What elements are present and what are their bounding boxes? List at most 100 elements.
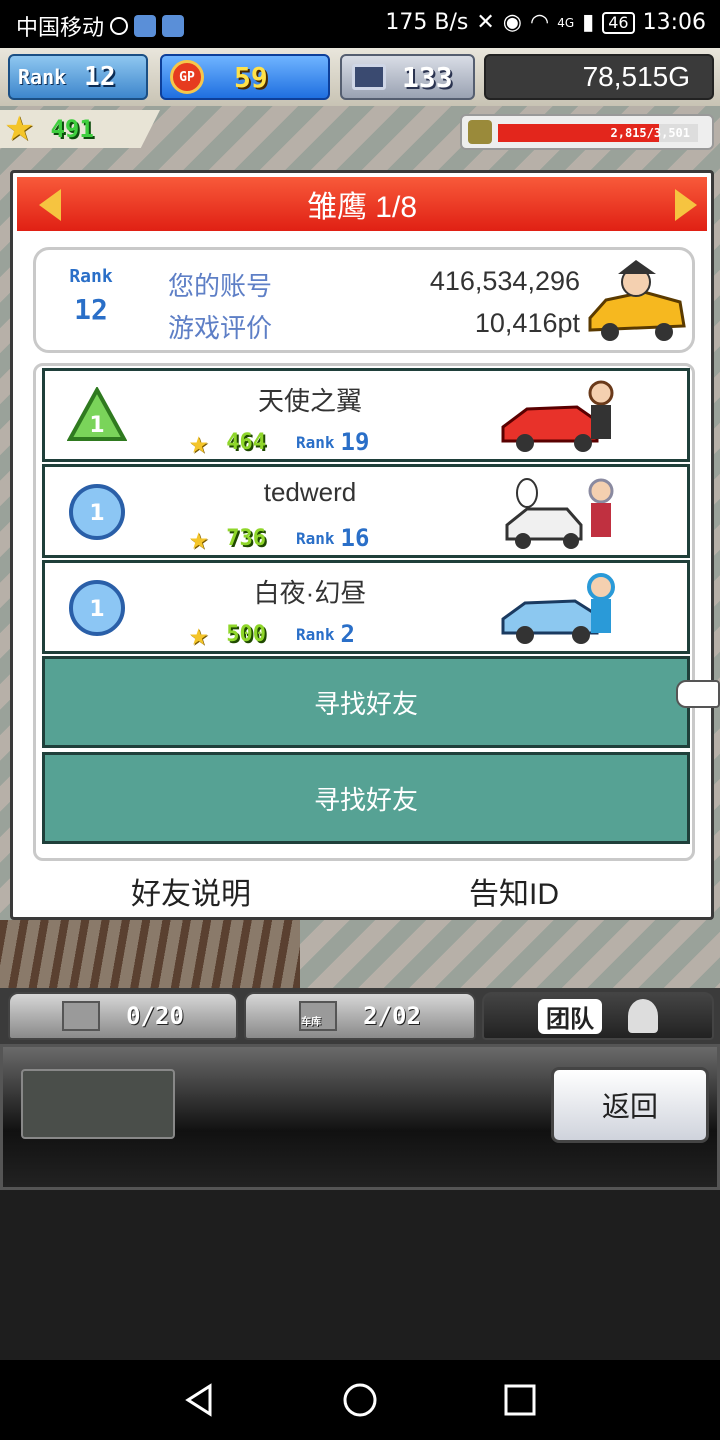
tab-garage-value: 2/02	[363, 1002, 421, 1030]
account-id-value: 416,534,296	[429, 266, 580, 296]
rating-value: 10,416pt	[474, 308, 580, 338]
sync-icon	[110, 17, 129, 35]
svg-text:1: 1	[89, 501, 104, 526]
friend-stars: 464	[226, 429, 267, 455]
network-label: 4G	[557, 15, 575, 30]
status-bar: 中国移动 175 B/s ✕ ◉ ◠ 4G ▮ 46 13:06	[0, 0, 720, 48]
friend-name: 白夜·幻昼	[253, 578, 367, 608]
rank-value: 12	[84, 62, 116, 92]
carrier-name: 中国移动	[16, 16, 105, 41]
tab-team-label: 团队	[538, 998, 602, 1034]
rating-label: 游戏评价	[168, 313, 273, 343]
friend-rank: 19	[340, 428, 370, 456]
account-id-label: 您的账号	[168, 271, 273, 301]
tab-team[interactable]: 团队	[482, 992, 714, 1040]
friend-stats: ★ 464 Rank 19	[189, 423, 369, 461]
team-avatar-icon	[628, 999, 658, 1033]
computer-icon	[352, 64, 386, 90]
recents-nav-icon[interactable]	[502, 1382, 538, 1418]
prev-page-button[interactable]	[39, 189, 61, 221]
signal-icon: ▮	[582, 10, 595, 35]
time: 13:06	[642, 10, 706, 35]
account-card: Rank 12 您的账号 416,534,296 游戏评价 10,416pt	[33, 247, 695, 353]
home-nav-icon[interactable]	[342, 1382, 378, 1418]
wifi-icon: ◠	[529, 10, 550, 35]
gp-icon: GP	[170, 60, 204, 94]
coin-stack-icon	[468, 120, 492, 144]
action-bar: 返回	[0, 1044, 720, 1190]
star-icon: ★	[189, 615, 209, 653]
tab-garage[interactable]: 车库 2/02	[244, 992, 476, 1040]
tell-id-link[interactable]: 告知ID	[469, 869, 559, 913]
friend-rank-label: Rank	[296, 624, 335, 644]
gp-indicator: GP 59	[160, 54, 330, 100]
medal-icon: 1	[69, 484, 125, 540]
box-icon	[62, 1001, 101, 1031]
panel-title: 雏鹰 1/8	[306, 191, 418, 224]
friend-row[interactable]: 1 tedwerd ★ 736 Rank 16	[42, 464, 690, 558]
empty-slot	[21, 1069, 175, 1139]
friend-name: tedwerd	[263, 477, 357, 507]
garage-label: 车库	[301, 1017, 322, 1028]
tab-items-value: 0/20	[126, 1002, 184, 1030]
medal-icon: 1	[69, 580, 125, 636]
star-icon: ★	[189, 519, 209, 557]
account-rank: Rank 12	[56, 266, 126, 326]
next-page-button[interactable]	[675, 189, 697, 221]
medal-icon: 1	[67, 387, 127, 441]
friend-rank-label: Rank	[296, 528, 335, 548]
friend-car-avatar	[501, 573, 615, 644]
net-speed: 175 B/s	[385, 10, 469, 35]
svg-text:1: 1	[89, 413, 104, 438]
star-count: 491	[50, 115, 94, 143]
player-car-avatar	[588, 260, 686, 341]
friend-row[interactable]: 1 白夜·幻昼 ★ 500 Rank 2	[42, 560, 690, 654]
svg-text:1: 1	[89, 597, 104, 622]
star-icon: ★	[189, 423, 209, 461]
railway-tracks	[0, 920, 300, 990]
gauge-text: 2,815/3,501	[610, 126, 690, 140]
friend-rank: 2	[340, 620, 355, 648]
rank-indicator: Rank 12	[8, 54, 148, 100]
back-nav-icon[interactable]	[182, 1382, 218, 1418]
friend-rank: 16	[340, 524, 370, 552]
battery-icon: 46	[602, 11, 635, 34]
research-indicator: 133	[340, 54, 475, 100]
empty-area	[0, 1190, 720, 1360]
friend-rank-label: Rank	[296, 432, 335, 452]
friend-stats: ★ 736 Rank 16	[189, 519, 369, 557]
back-button[interactable]: 返回	[551, 1067, 709, 1143]
friend-stars: 736	[226, 525, 267, 551]
garage-icon: 车库	[299, 1001, 338, 1031]
app-icon	[162, 15, 185, 37]
friend-list: 1 天使之翼 ★ 464 Rank 19 1 tedwerd ★ 736 Ran…	[33, 363, 695, 861]
tab-bar: 0/20 车库 2/02 团队	[0, 988, 720, 1044]
account-rank-value: 12	[74, 293, 108, 326]
friend-row[interactable]: 1 天使之翼 ★ 464 Rank 19	[42, 368, 690, 462]
tab-items[interactable]: 0/20	[8, 992, 238, 1040]
gp-value: 59	[234, 60, 268, 94]
find-friend-button[interactable]: 寻找好友	[42, 752, 690, 844]
friend-car-avatar	[505, 478, 614, 549]
mute-icon: ✕	[476, 10, 495, 35]
system-nav-bar	[0, 1360, 720, 1440]
top-hud: Rank 12 GP 59 133 78,515G	[0, 48, 720, 106]
pointer-hand-icon	[676, 680, 720, 708]
friend-stats: ★ 500 Rank 2	[189, 615, 355, 653]
rank-label: Rank	[18, 65, 67, 89]
money-display: 78,515G	[484, 54, 714, 100]
panel-header: 雏鹰 1/8	[17, 177, 707, 231]
star-icon: ★	[4, 109, 35, 149]
friend-info-link[interactable]: 好友说明	[131, 869, 251, 913]
research-value: 133	[402, 60, 453, 94]
resource-gauge: 2,815/3,501	[460, 114, 714, 150]
friends-panel: 雏鹰 1/8 Rank 12 您的账号 416,534,296 游戏评价 10,…	[10, 170, 714, 920]
baidu-icon	[134, 15, 157, 37]
gauge-bar: 2,815/3,501	[498, 124, 698, 142]
friend-stars: 500	[226, 621, 267, 647]
account-rank-label: Rank	[69, 266, 113, 287]
friend-name: 天使之翼	[257, 386, 362, 416]
friend-car-avatar	[501, 380, 614, 452]
eye-icon: ◉	[502, 10, 522, 35]
find-friend-button[interactable]: 寻找好友	[42, 656, 690, 748]
